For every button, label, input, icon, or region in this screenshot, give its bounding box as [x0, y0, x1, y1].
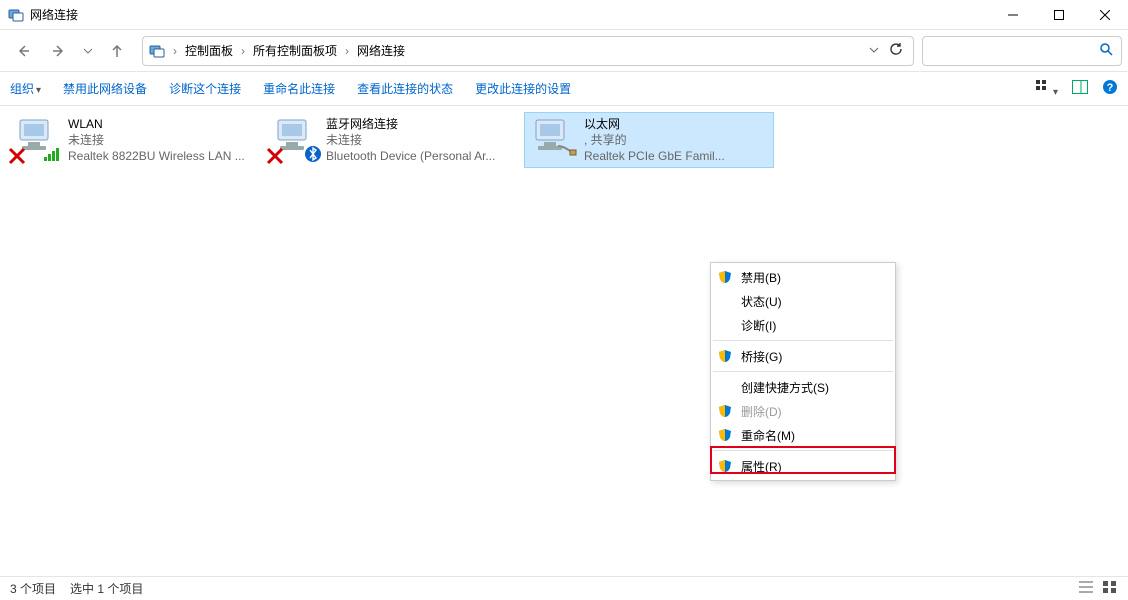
connection-name: WLAN [68, 116, 245, 132]
connection-name: 蓝牙网络连接 [326, 116, 495, 132]
ctx-separator [713, 340, 893, 341]
shield-icon [717, 404, 733, 418]
navbar: › 控制面板 › 所有控制面板项 › 网络连接 [0, 30, 1128, 72]
nav-forward-button[interactable] [42, 35, 76, 67]
preview-pane-icon[interactable] [1072, 80, 1088, 97]
connection-item-ethernet[interactable]: 以太网 , 共享的 Realtek PCIe GbE Famil... [524, 112, 774, 168]
ctx-separator [713, 371, 893, 372]
connection-status: , 共享的 [584, 132, 725, 148]
location-icon [149, 43, 165, 59]
view-details-icon[interactable] [1078, 580, 1094, 597]
ctx-shortcut[interactable]: 创建快捷方式(S) [711, 375, 895, 399]
ctx-separator [713, 450, 893, 451]
context-menu: 禁用(B) 状态(U) 诊断(I) 桥接(G) 创建快捷方式(S) 删除(D) … [710, 262, 896, 481]
app-icon [8, 7, 24, 23]
wifi-signal-icon [44, 147, 62, 164]
shield-icon [717, 270, 733, 284]
ctx-diagnose[interactable]: 诊断(I) [711, 313, 895, 337]
shield-icon [717, 349, 733, 363]
nav-back-button[interactable] [6, 35, 40, 67]
nav-up-button[interactable] [100, 35, 134, 67]
crumb-sep-icon: › [169, 44, 181, 58]
titlebar: 网络连接 [0, 0, 1128, 30]
network-adapter-icon [528, 116, 578, 164]
ctx-label: 诊断(I) [741, 317, 776, 334]
shield-icon [717, 428, 733, 442]
ctx-delete: 删除(D) [711, 399, 895, 423]
ctx-label: 创建快捷方式(S) [741, 379, 829, 396]
connection-device: Bluetooth Device (Personal Ar... [326, 148, 495, 164]
status-bar: 3 个项目 选中 1 个项目 [0, 576, 1128, 600]
connection-item-wlan[interactable]: WLAN 未连接 Realtek 8822BU Wireless LAN ... [8, 112, 258, 168]
diagnose-button[interactable]: 诊断这个连接 [169, 80, 241, 97]
bluetooth-icon [304, 145, 322, 166]
ctx-label: 属性(R) [741, 458, 782, 475]
disconnected-x-icon [266, 147, 284, 168]
ctx-status[interactable]: 状态(U) [711, 289, 895, 313]
crumb-sep-icon: › [341, 44, 353, 58]
disconnected-x-icon [8, 147, 26, 168]
connection-device: Realtek 8822BU Wireless LAN ... [68, 148, 245, 164]
disable-device-button[interactable]: 禁用此网络设备 [63, 80, 147, 97]
search-icon [1099, 42, 1113, 59]
address-dropdown-icon[interactable] [869, 44, 879, 58]
view-status-button[interactable]: 查看此连接的状态 [357, 80, 453, 97]
organize-menu[interactable]: 组织▾ [10, 80, 41, 97]
connection-item-bluetooth[interactable]: 蓝牙网络连接 未连接 Bluetooth Device (Personal Ar… [266, 112, 516, 168]
crumb-sep-icon: › [237, 44, 249, 58]
ctx-rename[interactable]: 重命名(M) [711, 423, 895, 447]
shield-icon [717, 459, 733, 473]
ctx-properties[interactable]: 属性(R) [711, 454, 895, 478]
ctx-label: 删除(D) [741, 403, 782, 420]
breadcrumb-item[interactable]: 所有控制面板项 [253, 42, 337, 59]
help-icon[interactable]: ? [1102, 79, 1118, 98]
command-bar: 组织▾ 禁用此网络设备 诊断这个连接 重命名此连接 查看此连接的状态 更改此连接… [0, 72, 1128, 106]
status-item-count: 3 个项目 [10, 580, 56, 597]
change-settings-button[interactable]: 更改此连接的设置 [475, 80, 571, 97]
minimize-button[interactable] [990, 0, 1036, 30]
connection-status: 未连接 [68, 132, 245, 148]
ctx-label: 状态(U) [741, 293, 782, 310]
network-adapter-icon [12, 116, 62, 164]
status-selected-count: 选中 1 个项目 [70, 580, 143, 597]
ctx-disable[interactable]: 禁用(B) [711, 265, 895, 289]
window-title: 网络连接 [30, 6, 78, 23]
breadcrumb-item[interactable]: 网络连接 [357, 42, 405, 59]
connection-status: 未连接 [326, 132, 495, 148]
search-input[interactable] [922, 36, 1122, 66]
ctx-label: 桥接(G) [741, 348, 782, 365]
address-bar[interactable]: › 控制面板 › 所有控制面板项 › 网络连接 [142, 36, 914, 66]
network-adapter-icon [270, 116, 320, 164]
view-options-icon[interactable]: ▾ [1035, 79, 1058, 98]
view-large-icons-icon[interactable] [1102, 580, 1118, 597]
svg-text:?: ? [1107, 82, 1114, 94]
ctx-label: 重命名(M) [741, 427, 795, 444]
rename-button[interactable]: 重命名此连接 [263, 80, 335, 97]
nav-recent-button[interactable] [78, 35, 98, 67]
ctx-bridge[interactable]: 桥接(G) [711, 344, 895, 368]
maximize-button[interactable] [1036, 0, 1082, 30]
connection-device: Realtek PCIe GbE Famil... [584, 148, 725, 164]
connection-name: 以太网 [584, 116, 725, 132]
breadcrumb-item[interactable]: 控制面板 [185, 42, 233, 59]
ctx-label: 禁用(B) [741, 269, 781, 286]
refresh-icon[interactable] [889, 42, 903, 59]
close-button[interactable] [1082, 0, 1128, 30]
content-area: WLAN 未连接 Realtek 8822BU Wireless LAN ...… [0, 106, 1128, 576]
